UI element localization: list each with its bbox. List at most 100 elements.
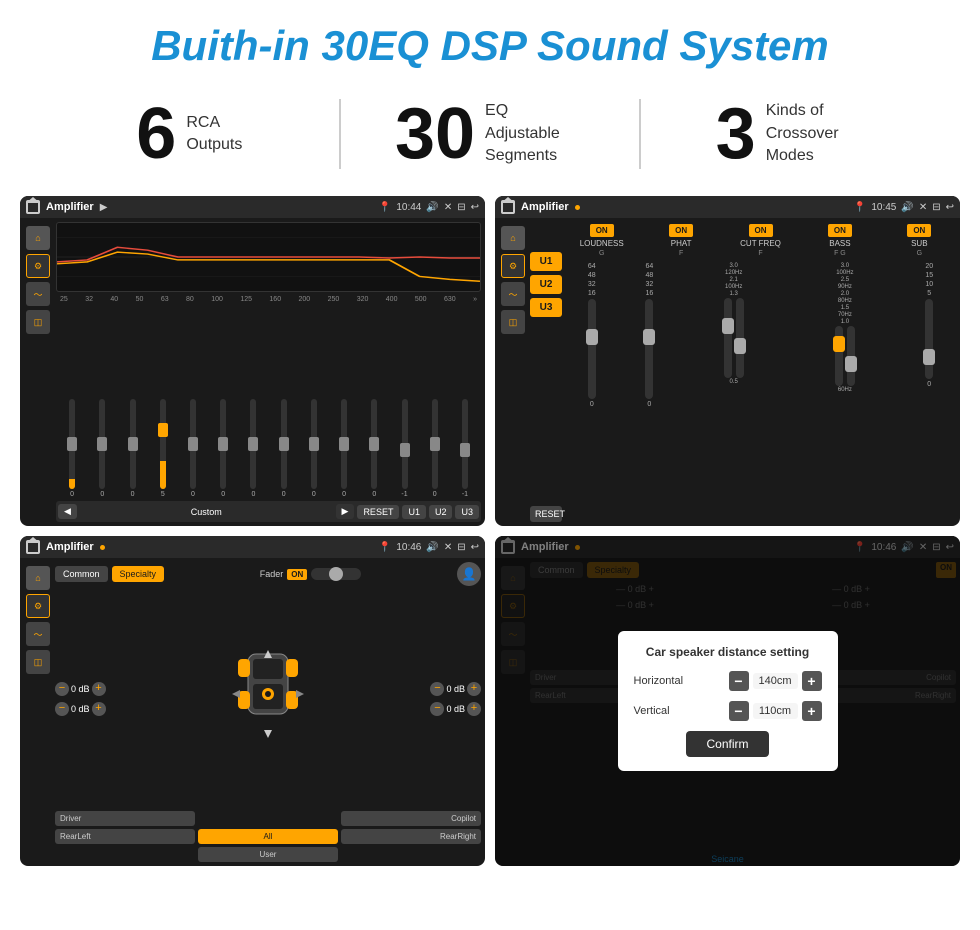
left-bottom-minus[interactable]: − (55, 702, 69, 716)
loudness-slider[interactable] (588, 299, 596, 399)
stat-crossover: 3 Kinds ofCrossover Modes (641, 98, 940, 170)
eq-content: ⌂ ⚙ 〜 ◫ (20, 218, 485, 526)
screen-common-dialog: Amplifier 📍 10:46 🔊 ✕ ⊟ ↩ ⌂ ⚙ 〜 ◫ (495, 536, 960, 866)
common-header-row: Common Specialty Fader ON 👤 (55, 562, 481, 586)
amp-home-btn[interactable]: ⌂ (501, 226, 525, 250)
eq-wave-btn[interactable]: 〜 (26, 282, 50, 306)
fader-slider[interactable] (311, 568, 361, 580)
vertical-minus-btn[interactable]: − (729, 701, 749, 721)
common-wave-btn[interactable]: 〜 (26, 622, 50, 646)
sub-slider[interactable] (925, 299, 933, 379)
amp-reset-btn[interactable]: RESET (530, 506, 562, 522)
phat-toggle[interactable]: ON (669, 224, 693, 237)
cutfreq-sublabel: F (758, 250, 762, 257)
user-btn[interactable]: User (198, 847, 338, 862)
cutfreq-toggle[interactable]: ON (749, 224, 773, 237)
eq-slider-0[interactable]: 0 (58, 399, 86, 498)
amp-balance-btn[interactable]: ◫ (501, 310, 525, 334)
rearright-btn[interactable]: RearRight (341, 829, 481, 844)
horizontal-minus-btn[interactable]: − (729, 671, 749, 691)
confirm-button[interactable]: Confirm (686, 731, 768, 757)
cutfreq-slider-1[interactable] (724, 298, 732, 378)
rearleft-btn[interactable]: RearLeft (55, 829, 195, 844)
loudness-label: LOUDNESS (580, 239, 624, 248)
phat-slider-col: 64 48 32 16 0 (623, 263, 677, 520)
left-top-minus[interactable]: − (55, 682, 69, 696)
sub-toggle[interactable]: ON (907, 224, 931, 237)
home-icon-1[interactable] (26, 200, 40, 214)
phat-group: ON PHAT F (644, 224, 717, 257)
bass-slider-1[interactable] (835, 326, 843, 386)
eq-slider-4[interactable]: 0 (179, 399, 207, 498)
bass-slider-2[interactable] (847, 326, 855, 386)
eq-slider-9[interactable]: 0 (330, 399, 358, 498)
eq-u1-btn[interactable]: U1 (402, 505, 426, 519)
x-icon-1: ✕ (444, 202, 452, 213)
eq-play-btn[interactable]: ▶ (336, 504, 355, 519)
eq-u2-btn[interactable]: U2 (429, 505, 453, 519)
eq-slider-6[interactable]: 0 (239, 399, 267, 498)
common-tune-btn[interactable]: ⚙ (26, 594, 50, 618)
eq-prev-btn[interactable]: ◀ (58, 504, 77, 519)
eq-slider-2[interactable]: 0 (118, 399, 146, 498)
eq-slider-12[interactable]: 0 (421, 399, 449, 498)
common-balance-btn[interactable]: ◫ (26, 650, 50, 674)
common-home-btn[interactable]: ⌂ (26, 566, 50, 590)
driver-btn[interactable]: Driver (55, 811, 195, 826)
tab-specialty[interactable]: Specialty (112, 566, 165, 582)
right-top-plus[interactable]: + (467, 682, 481, 696)
amp-u1-btn[interactable]: U1 (530, 252, 562, 271)
eq-slider-1[interactable]: 0 (88, 399, 116, 498)
vertical-plus-btn[interactable]: + (802, 701, 822, 721)
copilot-btn[interactable]: Copilot (341, 811, 481, 826)
left-bottom-db: − 0 dB + (55, 702, 106, 716)
speaker-icon-2: 🔊 (901, 202, 913, 213)
left-top-plus[interactable]: + (92, 682, 106, 696)
right-bottom-plus[interactable]: + (467, 702, 481, 716)
amp-tune-btn[interactable]: ⚙ (501, 254, 525, 278)
eq-slider-3[interactable]: 5 (149, 399, 177, 498)
user-avatar[interactable]: 👤 (457, 562, 481, 586)
tab-common[interactable]: Common (55, 566, 108, 582)
home-icon-2[interactable] (501, 200, 515, 214)
right-bottom-minus[interactable]: − (430, 702, 444, 716)
expand-icon[interactable]: » (473, 296, 477, 303)
page-title: Buith-in 30EQ DSP Sound System (0, 0, 980, 88)
horizontal-plus-btn[interactable]: + (802, 671, 822, 691)
time-3: 10:46 (396, 542, 421, 553)
loudness-toggle[interactable]: ON (590, 224, 614, 237)
status-dot-3 (100, 545, 105, 550)
eq-slider-7[interactable]: 0 (270, 399, 298, 498)
amp-wave-btn[interactable]: 〜 (501, 282, 525, 306)
amp-u3-btn[interactable]: U3 (530, 298, 562, 317)
right-top-minus[interactable]: − (430, 682, 444, 696)
eq-slider-13[interactable]: -1 (451, 399, 479, 498)
eq-balance-btn[interactable]: ◫ (26, 310, 50, 334)
dialog-horizontal-row: Horizontal − 140cm + (634, 671, 822, 691)
eq-tune-btn[interactable]: ⚙ (26, 254, 50, 278)
eq-home-btn[interactable]: ⌂ (26, 226, 50, 250)
home-icon-3[interactable] (26, 540, 40, 554)
eq-slider-5[interactable]: 0 (209, 399, 237, 498)
eq-main: 2532405063 80100125160200 25032040050063… (56, 222, 481, 522)
common-content: ⌂ ⚙ 〜 ◫ Common Specialty Fader ON (20, 558, 485, 866)
right-bottom-val: 0 dB (446, 704, 465, 714)
sub-slider-col: 20 15 10 5 0 (902, 263, 956, 520)
bass-slider-col: 3.0 100Hz 2.5 90Hz 2.0 80Hz 1.5 70Hz 1.0 (791, 263, 898, 520)
eq-slider-8[interactable]: 0 (300, 399, 328, 498)
eq-slider-10[interactable]: 0 (360, 399, 388, 498)
window-icon-3: ⊟ (457, 542, 465, 553)
phat-sublabel: F (679, 250, 683, 257)
bass-toggle[interactable]: ON (828, 224, 852, 237)
cutfreq-slider-2[interactable] (736, 298, 744, 378)
fader-on-badge[interactable]: ON (287, 569, 307, 580)
phat-slider[interactable] (645, 299, 653, 399)
all-btn[interactable]: All (198, 829, 338, 844)
eq-reset-btn[interactable]: RESET (357, 505, 399, 519)
left-channel: − 0 dB + − 0 dB + (55, 590, 106, 807)
amp-u2-btn[interactable]: U2 (530, 275, 562, 294)
amp-toggle-row: ON LOUDNESS G ON PHAT F ON CUT FREQ F (565, 222, 956, 259)
eq-u3-btn[interactable]: U3 (455, 505, 479, 519)
left-bottom-plus[interactable]: + (92, 702, 106, 716)
eq-slider-11[interactable]: -1 (390, 399, 418, 498)
